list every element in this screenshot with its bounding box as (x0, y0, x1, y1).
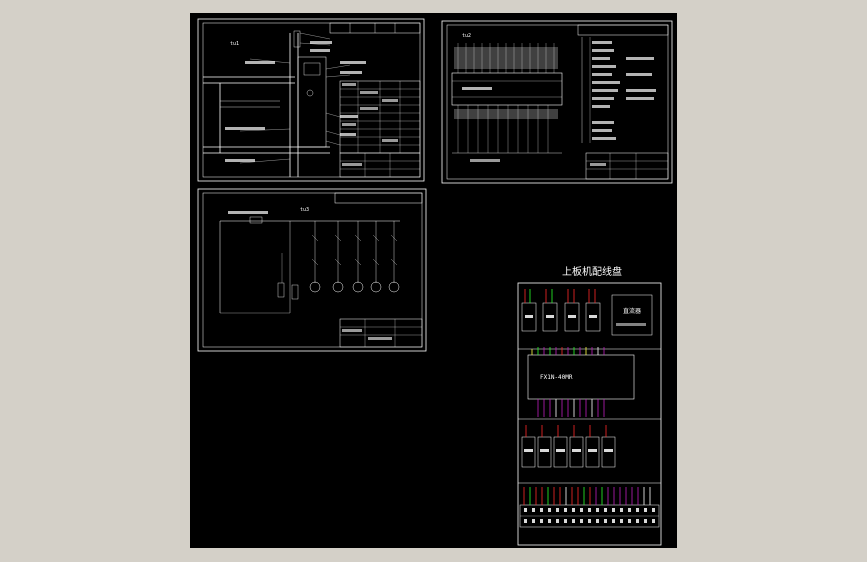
plc-model-label: FX1N-40MR (540, 374, 573, 381)
sheet-2-plc-wiring (441, 20, 673, 184)
drawing-svg: tu1 tu2 tu3 上板机配线盘 直流器 FX1N-40MR (197, 18, 673, 546)
cad-model-space[interactable]: tu1 tu2 tu3 上板机配线盘 直流器 FX1N-40MR (190, 13, 677, 548)
power-box-label: 直流器 (623, 307, 641, 315)
sheet-2-label: tu2 (462, 33, 471, 39)
panel-outline (517, 282, 662, 546)
panel-layout-drawing: 上板机配线盘 直流器 FX1N-40MR (517, 265, 662, 546)
sheet-3-annotations: tu3 (228, 207, 392, 340)
sheet-1-label: tu1 (230, 41, 239, 47)
sheet-2-annotations: tu2 (454, 33, 656, 166)
panel-title: 上板机配线盘 (562, 265, 622, 278)
sheet-3-label: tu3 (300, 207, 309, 213)
